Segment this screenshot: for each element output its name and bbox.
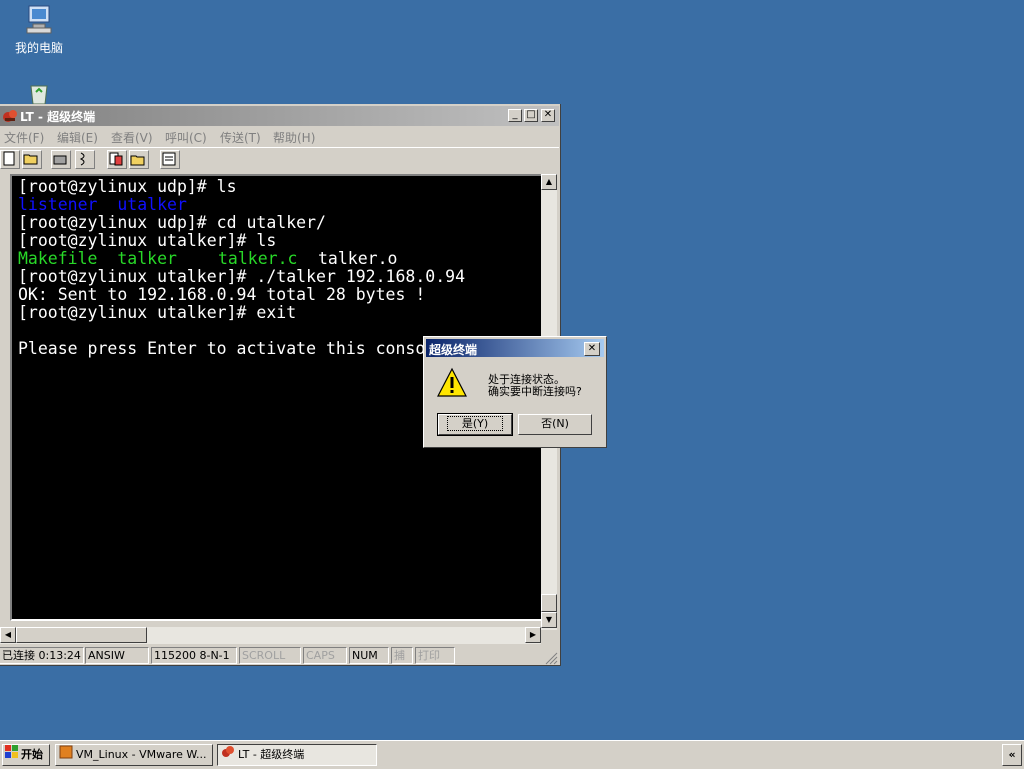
dialog-titlebar[interactable]: 超级终端 ✕ xyxy=(426,339,604,357)
menu-help[interactable]: 帮助(H) xyxy=(273,129,315,146)
properties-button[interactable] xyxy=(160,150,180,169)
expand-chevron-icon: « xyxy=(1008,748,1016,761)
dialog-close-button[interactable]: ✕ xyxy=(584,342,600,356)
app-icon xyxy=(2,108,18,127)
status-connected: 已连接 0:13:24 xyxy=(0,647,84,664)
window-titlebar[interactable]: LT - 超级终端 _ □ ✕ xyxy=(0,106,559,126)
status-bar: 已连接 0:13:24 ANSIW 115200 8-N-1 SCROLL CA… xyxy=(0,647,559,665)
status-port: 115200 8-N-1 xyxy=(151,647,237,664)
disconnect-button[interactable] xyxy=(75,150,95,169)
toolbar xyxy=(0,147,559,172)
status-scroll: SCROLL xyxy=(239,647,301,664)
scroll-left-button[interactable]: ◀ xyxy=(0,627,16,643)
yes-button-label: 是(Y) xyxy=(446,416,504,431)
status-print: 打印 xyxy=(415,647,455,664)
warning-icon xyxy=(436,367,468,402)
my-computer-label: 我的电脑 xyxy=(14,41,63,55)
disconnect-dialog: 超级终端 ✕ 处于连接状态。 确实要中断连接吗? 是(Y) 否(N) xyxy=(423,336,607,448)
hscroll-thumb[interactable] xyxy=(16,627,147,643)
yes-button[interactable]: 是(Y) xyxy=(437,413,513,436)
menu-view[interactable]: 查看(V) xyxy=(111,129,153,146)
open-button[interactable] xyxy=(22,150,42,169)
dialog-message-line2: 确实要中断连接吗? xyxy=(488,385,582,398)
no-button[interactable]: 否(N) xyxy=(518,414,592,435)
terminal-line: [root@zylinux udp]# ls xyxy=(18,177,237,196)
scroll-thumb[interactable] xyxy=(541,594,557,612)
menu-transfer[interactable]: 传送(T) xyxy=(220,129,261,146)
terminal-line: OK: Sent to 192.168.0.94 total 28 bytes … xyxy=(18,285,426,304)
status-capture: 捕 xyxy=(391,647,413,664)
maximize-button[interactable]: □ xyxy=(524,109,538,122)
status-caps: CAPS xyxy=(303,647,347,664)
taskbar-item-label: VM_Linux - VMware W... xyxy=(76,748,207,761)
connect-button[interactable] xyxy=(51,150,71,169)
taskbar-item-hyperterminal[interactable]: LT - 超级终端 xyxy=(217,744,377,766)
terminal-line: [root@zylinux udp]# cd utalker/ xyxy=(18,213,326,232)
properties-icon xyxy=(162,152,176,166)
menu-edit[interactable]: 编辑(E) xyxy=(57,129,98,146)
send-button[interactable] xyxy=(107,150,127,169)
receive-file-icon xyxy=(130,155,145,166)
window-title: LT - 超级终端 xyxy=(20,110,96,124)
tray-expand-button[interactable]: « xyxy=(1002,744,1022,766)
scroll-right-button[interactable]: ▶ xyxy=(525,627,541,643)
vmware-icon xyxy=(59,745,73,765)
terminal-line: [root@zylinux utalker]# ls xyxy=(18,231,277,250)
terminal-line: Makefile talker xyxy=(18,249,177,268)
status-num: NUM xyxy=(349,647,389,664)
phone-icon xyxy=(53,155,67,165)
send-file-icon xyxy=(109,152,123,166)
start-button[interactable]: 开始 xyxy=(2,744,50,766)
open-folder-icon xyxy=(23,154,38,165)
no-button-label: 否(N) xyxy=(541,417,569,430)
start-label: 开始 xyxy=(21,748,43,761)
my-computer-desktop-icon[interactable]: 我的电脑 xyxy=(4,4,74,56)
scroll-up-button[interactable]: ▲ xyxy=(541,174,557,190)
horizontal-scrollbar[interactable]: ◀ ▶ xyxy=(0,627,541,644)
menu-bar: 文件(F) 编辑(E) 查看(V) 呼叫(C) 传送(T) 帮助(H) xyxy=(0,127,559,145)
scroll-down-button[interactable]: ▼ xyxy=(541,612,557,628)
terminal-line: [root@zylinux utalker]# exit xyxy=(18,303,297,322)
terminal-line: [root@zylinux utalker]# ./talker 192.168… xyxy=(18,267,466,286)
menu-file[interactable]: 文件(F) xyxy=(4,129,44,146)
resize-grip-icon[interactable] xyxy=(544,651,558,668)
disconnect-icon xyxy=(79,152,85,166)
menu-call[interactable]: 呼叫(C) xyxy=(165,129,207,146)
terminal-line: listener utalker xyxy=(18,195,187,214)
terminal-line: talker.o xyxy=(318,249,398,268)
receive-button[interactable] xyxy=(129,150,149,169)
new-file-button[interactable] xyxy=(0,150,20,169)
new-file-icon xyxy=(3,151,15,166)
status-emulation: ANSIW xyxy=(85,647,149,664)
minimize-button[interactable]: _ xyxy=(508,109,522,122)
dialog-title: 超级终端 xyxy=(429,343,478,357)
windows-logo-icon xyxy=(5,745,19,765)
terminal-line: talker.c xyxy=(218,249,298,268)
taskbar-item-vmware[interactable]: VM_Linux - VMware W... xyxy=(55,744,213,766)
taskbar: 开始 VM_Linux - VMware W... LT - 超级终端 « xyxy=(0,740,1024,769)
close-button[interactable]: ✕ xyxy=(541,109,555,122)
taskbar-item-label: LT - 超级终端 xyxy=(238,748,305,761)
hyperterminal-icon xyxy=(221,745,235,765)
computer-icon xyxy=(23,4,55,36)
terminal-line: Please press Enter to activate this cons… xyxy=(18,339,426,358)
